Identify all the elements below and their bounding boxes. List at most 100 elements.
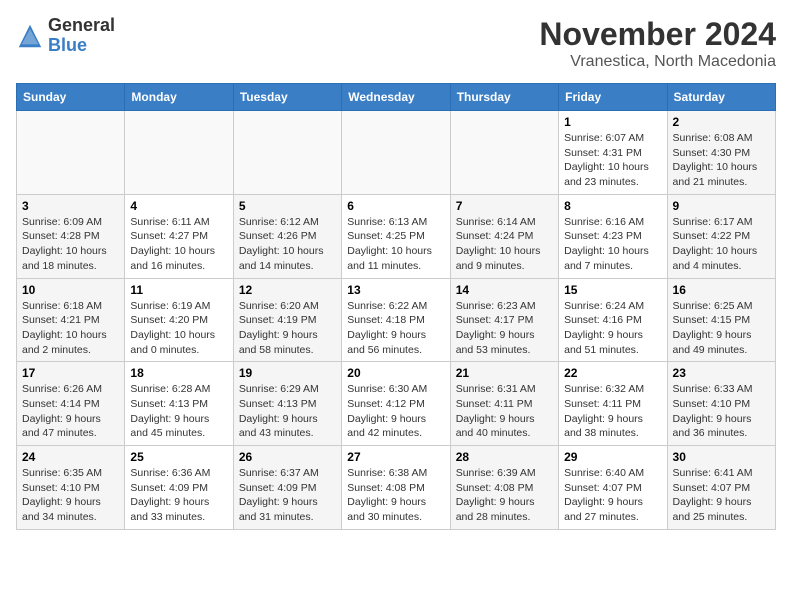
day-number: 5 <box>239 199 336 213</box>
day-info: Sunrise: 6:23 AMSunset: 4:17 PMDaylight:… <box>456 299 553 358</box>
day-number: 11 <box>130 283 227 297</box>
calendar-table: SundayMondayTuesdayWednesdayThursdayFrid… <box>16 83 776 530</box>
calendar-header-thursday: Thursday <box>450 84 558 111</box>
day-number: 7 <box>456 199 553 213</box>
day-number: 26 <box>239 450 336 464</box>
day-number: 17 <box>22 366 119 380</box>
day-info: Sunrise: 6:41 AMSunset: 4:07 PMDaylight:… <box>673 466 770 525</box>
calendar-week-row: 24 Sunrise: 6:35 AMSunset: 4:10 PMDayligh… <box>17 446 776 530</box>
calendar-cell: 4Sunrise: 6:11 AMSunset: 4:27 PMDaylight… <box>125 194 233 278</box>
calendar-cell: 22 Sunrise: 6:32 AMSunset: 4:11 PMDayligh… <box>559 362 667 446</box>
calendar-week-row: 10Sunrise: 6:18 AMSunset: 4:21 PMDayligh… <box>17 278 776 362</box>
calendar-cell: 29Sunrise: 6:40 AMSunset: 4:07 PMDayligh… <box>559 446 667 530</box>
calendar-week-row: 1 Sunrise: 6:07 AMSunset: 4:31 PMDaylight… <box>17 111 776 195</box>
calendar-header-monday: Monday <box>125 84 233 111</box>
day-number: 24 <box>22 450 119 464</box>
calendar-cell: 27 Sunrise: 6:38 AMSunset: 4:08 PMDayligh… <box>342 446 450 530</box>
day-info: Sunrise: 6:08 AMSunset: 4:30 PMDaylight:… <box>673 131 770 190</box>
day-info: Sunrise: 6:36 AMSunset: 4:09 PMDaylight:… <box>130 466 227 525</box>
day-number: 23 <box>673 366 770 380</box>
day-number: 16 <box>673 283 770 297</box>
day-info: Sunrise: 6:07 AMSunset: 4:31 PMDaylight:… <box>564 131 661 190</box>
day-number: 20 <box>347 366 444 380</box>
day-info: Sunrise: 6:32 AMSunset: 4:11 PMDaylight:… <box>564 382 661 441</box>
day-info: Sunrise: 6:16 AMSunset: 4:23 PMDaylight:… <box>564 215 661 274</box>
day-info: Sunrise: 6:35 AMSunset: 4:10 PMDaylight:… <box>22 466 119 525</box>
calendar-cell <box>233 111 341 195</box>
calendar-cell: 7 Sunrise: 6:14 AMSunset: 4:24 PMDaylight… <box>450 194 558 278</box>
calendar-cell: 20 Sunrise: 6:30 AMSunset: 4:12 PMDayligh… <box>342 362 450 446</box>
calendar-cell: 15 Sunrise: 6:24 AMSunset: 4:16 PMDayligh… <box>559 278 667 362</box>
day-info: Sunrise: 6:38 AMSunset: 4:08 PMDaylight:… <box>347 466 444 525</box>
day-info: Sunrise: 6:29 AMSunset: 4:13 PMDaylight:… <box>239 382 336 441</box>
day-info: Sunrise: 6:28 AMSunset: 4:13 PMDaylight:… <box>130 382 227 441</box>
calendar-header-sunday: Sunday <box>17 84 125 111</box>
calendar-cell: 21 Sunrise: 6:31 AMSunset: 4:11 PMDayligh… <box>450 362 558 446</box>
day-number: 19 <box>239 366 336 380</box>
calendar-cell: 6Sunrise: 6:13 AMSunset: 4:25 PMDaylight… <box>342 194 450 278</box>
day-number: 30 <box>673 450 770 464</box>
day-info: Sunrise: 6:31 AMSunset: 4:11 PMDaylight:… <box>456 382 553 441</box>
calendar-cell: 13 Sunrise: 6:22 AMSunset: 4:18 PMDayligh… <box>342 278 450 362</box>
calendar-header-tuesday: Tuesday <box>233 84 341 111</box>
calendar-header-wednesday: Wednesday <box>342 84 450 111</box>
day-number: 10 <box>22 283 119 297</box>
calendar-cell: 8 Sunrise: 6:16 AMSunset: 4:23 PMDaylight… <box>559 194 667 278</box>
day-number: 22 <box>564 366 661 380</box>
day-number: 27 <box>347 450 444 464</box>
day-info: Sunrise: 6:37 AMSunset: 4:09 PMDaylight:… <box>239 466 336 525</box>
day-info: Sunrise: 6:14 AMSunset: 4:24 PMDaylight:… <box>456 215 553 274</box>
calendar-cell: 3 Sunrise: 6:09 AMSunset: 4:28 PMDaylight… <box>17 194 125 278</box>
day-number: 3 <box>22 199 119 213</box>
day-number: 2 <box>673 115 770 129</box>
day-number: 14 <box>456 283 553 297</box>
day-number: 9 <box>673 199 770 213</box>
day-number: 28 <box>456 450 553 464</box>
day-info: Sunrise: 6:12 AMSunset: 4:26 PMDaylight:… <box>239 215 336 274</box>
day-number: 29 <box>564 450 661 464</box>
day-number: 15 <box>564 283 661 297</box>
logo-text: General Blue <box>48 16 115 56</box>
day-info: Sunrise: 6:19 AMSunset: 4:20 PMDaylight:… <box>130 299 227 358</box>
day-number: 18 <box>130 366 227 380</box>
day-info: Sunrise: 6:17 AMSunset: 4:22 PMDaylight:… <box>673 215 770 274</box>
calendar-cell: 11 Sunrise: 6:19 AMSunset: 4:20 PMDayligh… <box>125 278 233 362</box>
logo-general: General <box>48 15 115 35</box>
day-info: Sunrise: 6:24 AMSunset: 4:16 PMDaylight:… <box>564 299 661 358</box>
day-info: Sunrise: 6:22 AMSunset: 4:18 PMDaylight:… <box>347 299 444 358</box>
calendar-cell <box>342 111 450 195</box>
day-number: 8 <box>564 199 661 213</box>
day-info: Sunrise: 6:11 AMSunset: 4:27 PMDaylight:… <box>130 215 227 274</box>
calendar-cell: 23Sunrise: 6:33 AMSunset: 4:10 PMDayligh… <box>667 362 775 446</box>
calendar-cell: 25 Sunrise: 6:36 AMSunset: 4:09 PMDayligh… <box>125 446 233 530</box>
title-area: November 2024 Vranestica, North Macedoni… <box>539 16 776 71</box>
calendar-cell: 30 Sunrise: 6:41 AMSunset: 4:07 PMDayligh… <box>667 446 775 530</box>
calendar-header-friday: Friday <box>559 84 667 111</box>
calendar-cell: 17 Sunrise: 6:26 AMSunset: 4:14 PMDayligh… <box>17 362 125 446</box>
calendar-cell: 10Sunrise: 6:18 AMSunset: 4:21 PMDayligh… <box>17 278 125 362</box>
day-info: Sunrise: 6:13 AMSunset: 4:25 PMDaylight:… <box>347 215 444 274</box>
day-info: Sunrise: 6:39 AMSunset: 4:08 PMDaylight:… <box>456 466 553 525</box>
calendar-cell: 24 Sunrise: 6:35 AMSunset: 4:10 PMDayligh… <box>17 446 125 530</box>
logo-blue: Blue <box>48 35 87 55</box>
day-info: Sunrise: 6:09 AMSunset: 4:28 PMDaylight:… <box>22 215 119 274</box>
page-header: General Blue November 2024 Vranestica, N… <box>16 16 776 71</box>
calendar-cell: 9 Sunrise: 6:17 AMSunset: 4:22 PMDaylight… <box>667 194 775 278</box>
day-number: 25 <box>130 450 227 464</box>
day-number: 21 <box>456 366 553 380</box>
day-info: Sunrise: 6:26 AMSunset: 4:14 PMDaylight:… <box>22 382 119 441</box>
calendar-cell <box>125 111 233 195</box>
calendar-week-row: 17 Sunrise: 6:26 AMSunset: 4:14 PMDayligh… <box>17 362 776 446</box>
day-number: 13 <box>347 283 444 297</box>
calendar-cell: 28 Sunrise: 6:39 AMSunset: 4:08 PMDayligh… <box>450 446 558 530</box>
calendar-cell: 2 Sunrise: 6:08 AMSunset: 4:30 PMDaylight… <box>667 111 775 195</box>
day-number: 1 <box>564 115 661 129</box>
day-info: Sunrise: 6:30 AMSunset: 4:12 PMDaylight:… <box>347 382 444 441</box>
calendar-header-saturday: Saturday <box>667 84 775 111</box>
day-info: Sunrise: 6:20 AMSunset: 4:19 PMDaylight:… <box>239 299 336 358</box>
calendar-cell: 12Sunrise: 6:20 AMSunset: 4:19 PMDayligh… <box>233 278 341 362</box>
location-title: Vranestica, North Macedonia <box>539 53 776 71</box>
month-title: November 2024 <box>539 16 776 53</box>
calendar-cell <box>450 111 558 195</box>
logo: General Blue <box>16 16 115 56</box>
